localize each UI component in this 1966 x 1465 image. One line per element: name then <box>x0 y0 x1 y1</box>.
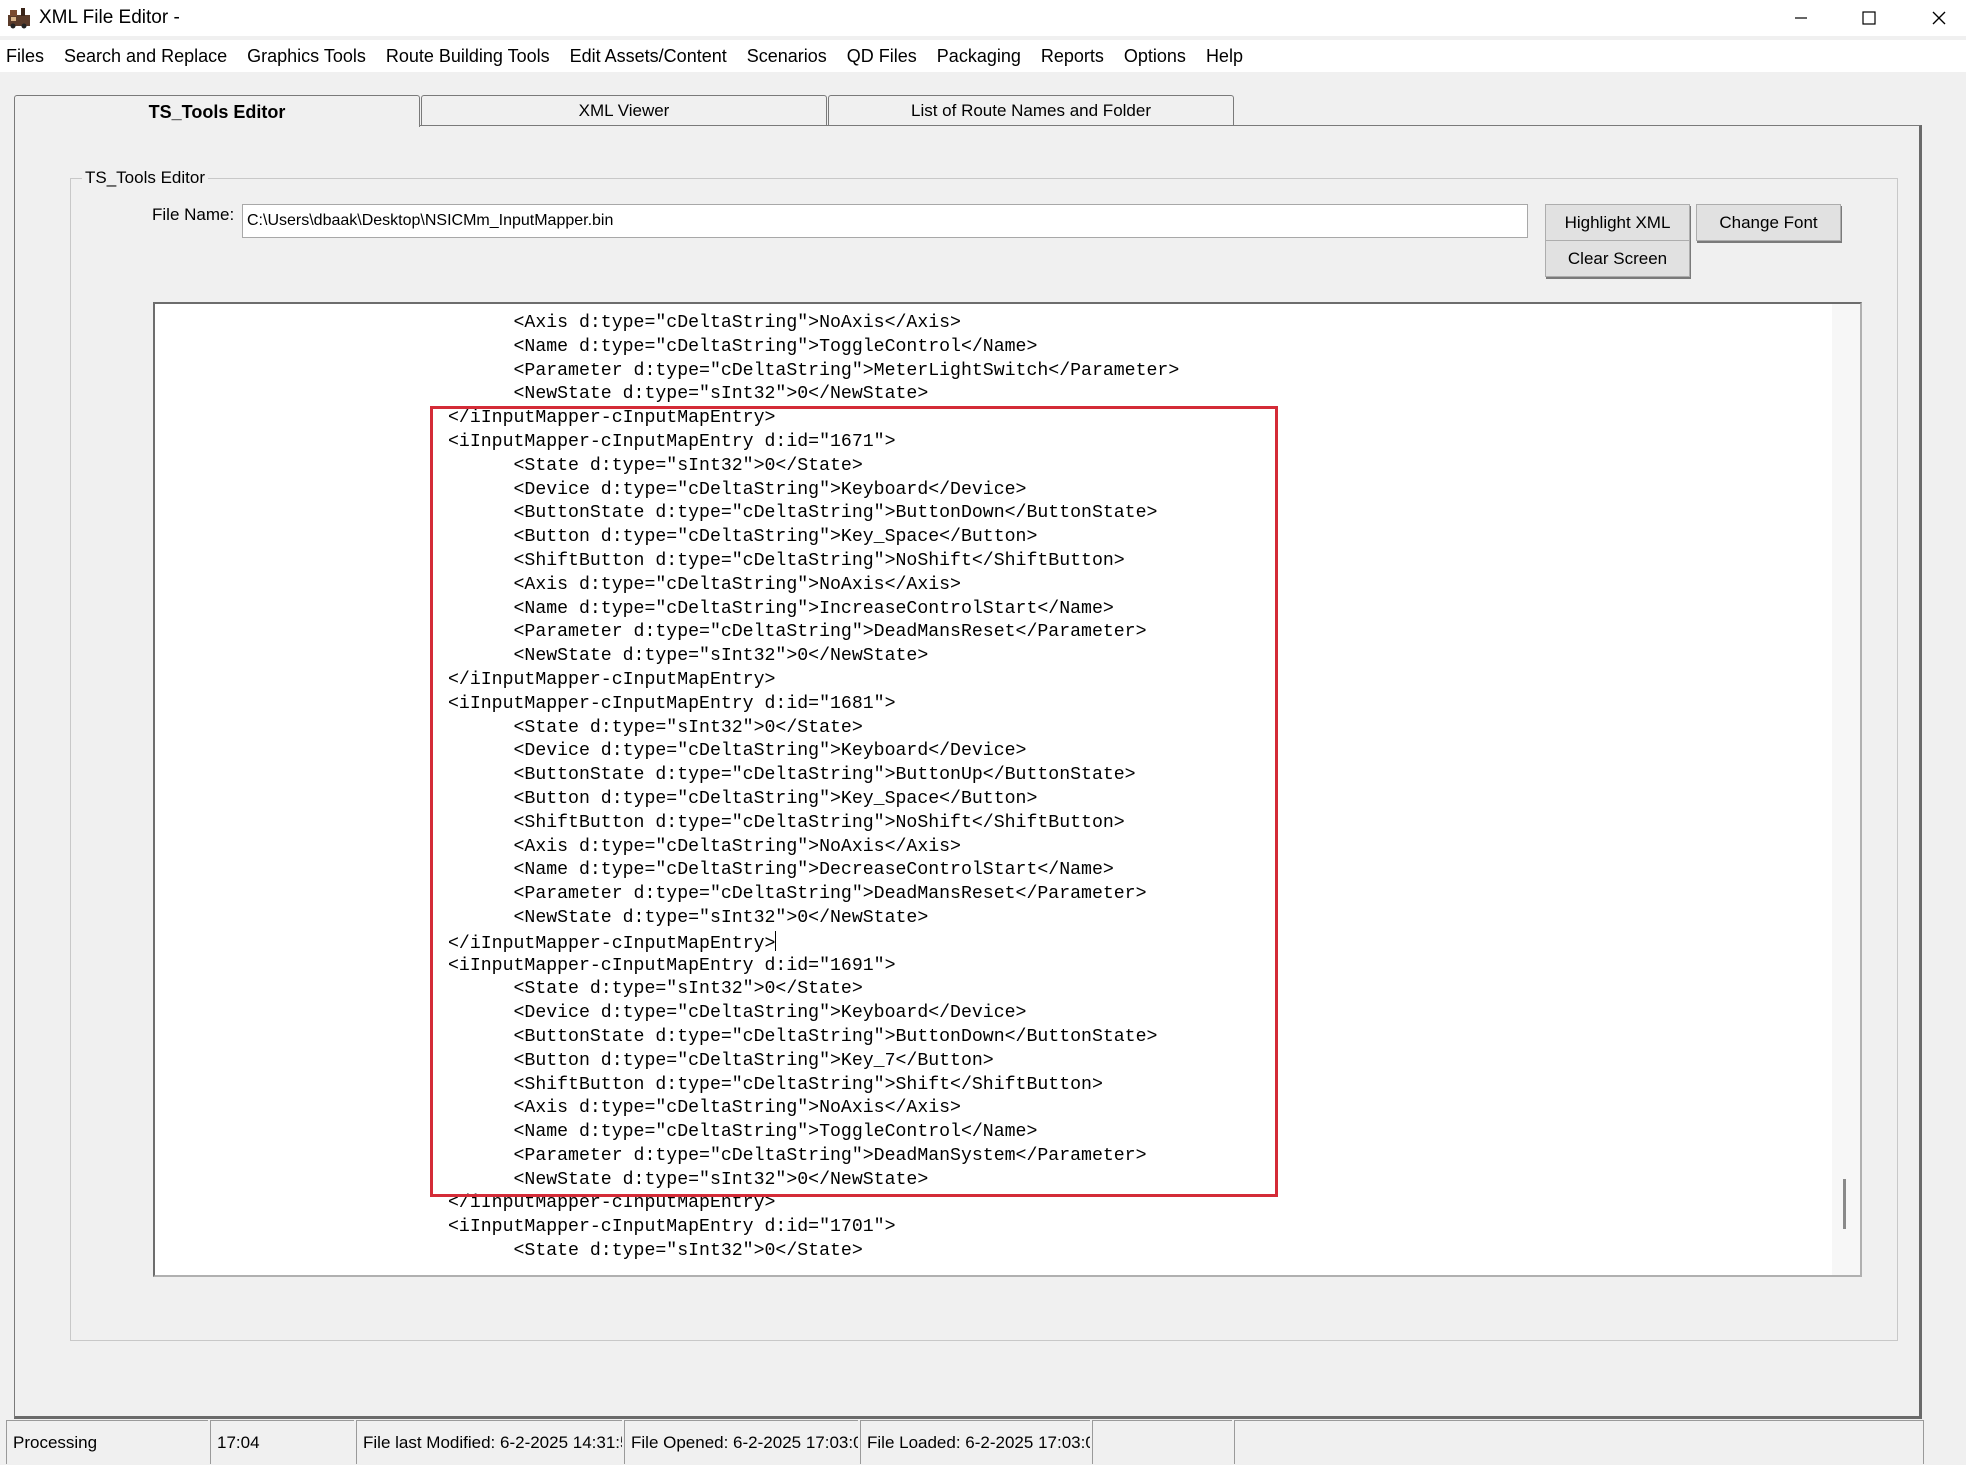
code-line: <Name d:type="cDeltaString">IncreaseCont… <box>448 598 1114 619</box>
code-line: <Name d:type="cDeltaString">ToggleContro… <box>448 336 1038 357</box>
file-name-label: File Name: <box>152 205 235 224</box>
minimize-icon <box>1795 17 1807 19</box>
maximize-button[interactable] <box>1834 0 1904 36</box>
code-line: <Parameter d:type="cDeltaString">DeadMan… <box>448 884 1147 905</box>
groupbox-legend: TS_Tools Editor <box>82 168 208 188</box>
status-file-opened: File Opened: 6-2-2025 17:03:01 <box>624 1420 858 1464</box>
minimize-button[interactable] <box>1766 0 1836 36</box>
tab-xml-viewer[interactable]: XML Viewer <box>421 95 827 125</box>
xml-editor-textarea[interactable]: <Axis d:type="cDeltaString">NoAxis</Axis… <box>153 302 1862 1277</box>
code-line: <Name d:type="cDeltaString">DecreaseCont… <box>448 860 1114 881</box>
code-line: <Parameter d:type="cDeltaString">DeadMan… <box>448 622 1147 643</box>
menu-reports[interactable]: Reports <box>1041 40 1114 72</box>
code-line: <iInputMapper-cInputMapEntry d:id="1691"… <box>448 955 896 976</box>
menu-options[interactable]: Options <box>1124 40 1196 72</box>
code-line: <NewState d:type="sInt32">0</NewState> <box>448 1169 929 1190</box>
code-line: <Device d:type="cDeltaString">Keyboard</… <box>448 1003 1027 1024</box>
code-line: <NewState d:type="sInt32">0</NewState> <box>448 384 929 405</box>
code-line: <Parameter d:type="cDeltaString">DeadMan… <box>448 1145 1147 1166</box>
xml-code: <Axis d:type="cDeltaString">NoAxis</Axis… <box>448 312 1179 1264</box>
close-button[interactable] <box>1904 0 1966 36</box>
menu-scenarios[interactable]: Scenarios <box>747 40 837 72</box>
code-line: <State d:type="sInt32">0</State> <box>448 717 863 738</box>
tab-list-of-route-names[interactable]: List of Route Names and Folder <box>828 95 1234 125</box>
close-icon <box>1932 11 1946 25</box>
menu-edit-assets-content[interactable]: Edit Assets/Content <box>570 40 737 72</box>
scrollbar-thumb[interactable] <box>1843 1179 1846 1229</box>
code-line: <Device d:type="cDeltaString">Keyboard</… <box>448 479 1027 500</box>
maximize-icon <box>1862 11 1876 25</box>
text-caret <box>775 930 777 951</box>
code-line: <State d:type="sInt32">0</State> <box>448 979 863 1000</box>
code-line: <ShiftButton d:type="cDeltaString">Shift… <box>448 1074 1103 1095</box>
status-empty-2 <box>1234 1420 1924 1464</box>
code-line: <Name d:type="cDeltaString">ToggleContro… <box>448 1122 1038 1143</box>
code-line: <Axis d:type="cDeltaString">NoAxis</Axis… <box>448 313 961 333</box>
code-line: <iInputMapper-cInputMapEntry d:id="1681"… <box>448 693 896 714</box>
change-font-button[interactable]: Change Font <box>1696 204 1841 241</box>
menu-qd-files[interactable]: QD Files <box>847 40 927 72</box>
code-line: <Parameter d:type="cDeltaString">MeterLi… <box>448 360 1180 381</box>
code-line: </iInputMapper-cInputMapEntry> <box>448 408 776 429</box>
code-line: <ShiftButton d:type="cDeltaString">NoShi… <box>448 550 1125 571</box>
status-time: 17:04 <box>210 1420 354 1464</box>
train-icon <box>7 7 31 29</box>
menu-graphics-tools[interactable]: Graphics Tools <box>247 40 376 72</box>
code-line: <iInputMapper-cInputMapEntry d:id="1671"… <box>448 431 896 452</box>
menu-search-and-replace[interactable]: Search and Replace <box>64 40 237 72</box>
code-line: <NewState d:type="sInt32">0</NewState> <box>448 907 929 928</box>
status-file-modified: File last Modified: 6-2-2025 14:31:54 <box>356 1420 622 1464</box>
menu-help[interactable]: Help <box>1206 40 1253 72</box>
status-empty-1 <box>1092 1420 1232 1464</box>
code-line: <iInputMapper-cInputMapEntry d:id="1701"… <box>448 1217 896 1238</box>
file-name-input[interactable] <box>242 204 1528 238</box>
code-line: <ButtonState d:type="cDeltaString">Butto… <box>448 765 1136 786</box>
code-line: <NewState d:type="sInt32">0</NewState> <box>448 646 929 667</box>
code-line: <State d:type="sInt32">0</State> <box>448 455 863 476</box>
code-line: <Button d:type="cDeltaString">Key_7</But… <box>448 1050 994 1071</box>
tab-ts-tools-editor[interactable]: TS_Tools Editor <box>14 95 420 127</box>
code-line: </iInputMapper-cInputMapEntry> <box>448 1193 776 1214</box>
status-bar: Processing 17:04 File last Modified: 6-2… <box>0 1419 1966 1465</box>
menu-files[interactable]: Files <box>6 40 54 72</box>
code-line: <Axis d:type="cDeltaString">NoAxis</Axis… <box>448 836 961 857</box>
code-line: <ButtonState d:type="cDeltaString">Butto… <box>448 503 1158 524</box>
code-line: <Device d:type="cDeltaString">Keyboard</… <box>448 741 1027 762</box>
status-state: Processing <box>6 1420 208 1464</box>
code-line: </iInputMapper-cInputMapEntry> <box>448 930 1179 955</box>
app-window: XML File Editor - Files Search and Repla… <box>0 0 1966 1465</box>
code-line: </iInputMapper-cInputMapEntry> <box>448 669 776 690</box>
menu-bar: Files Search and Replace Graphics Tools … <box>0 40 1966 72</box>
status-file-loaded: File Loaded: 6-2-2025 17:03:01 <box>860 1420 1090 1464</box>
code-line: <Button d:type="cDeltaString">Key_Space<… <box>448 527 1038 548</box>
title-bar: XML File Editor - <box>0 0 1966 36</box>
window-title: XML File Editor - <box>39 7 180 28</box>
code-line: <Axis d:type="cDeltaString">NoAxis</Axis… <box>448 574 961 595</box>
highlight-xml-button[interactable]: Highlight XML <box>1545 204 1690 241</box>
code-line: <ButtonState d:type="cDeltaString">Butto… <box>448 1026 1158 1047</box>
code-line: <ShiftButton d:type="cDeltaString">NoShi… <box>448 812 1125 833</box>
vertical-scrollbar[interactable] <box>1832 304 1860 1275</box>
code-line: <Button d:type="cDeltaString">Key_Space<… <box>448 788 1038 809</box>
code-line: <Axis d:type="cDeltaString">NoAxis</Axis… <box>448 1098 961 1119</box>
code-line: <State d:type="sInt32">0</State> <box>448 1241 863 1262</box>
clear-screen-button[interactable]: Clear Screen <box>1545 240 1690 277</box>
menu-packaging[interactable]: Packaging <box>937 40 1031 72</box>
menu-route-building-tools[interactable]: Route Building Tools <box>386 40 560 72</box>
